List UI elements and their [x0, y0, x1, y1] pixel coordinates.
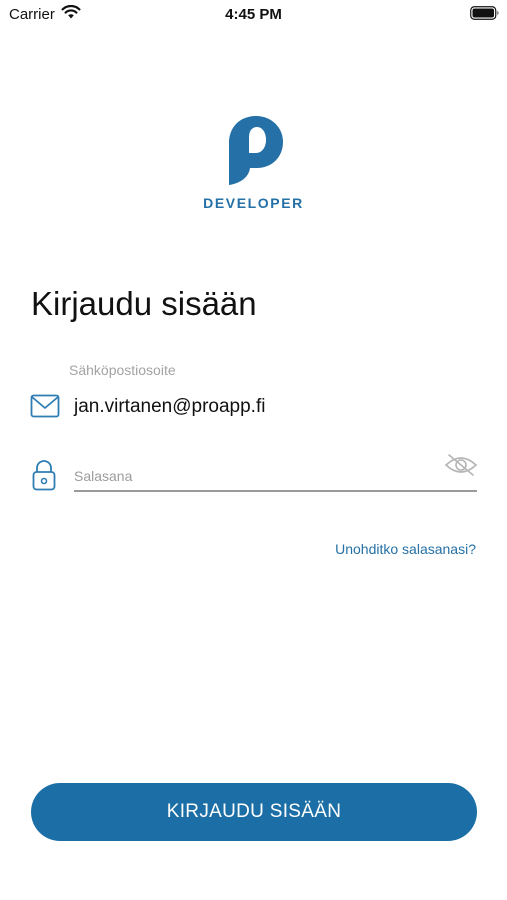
- lock-icon: [32, 459, 56, 496]
- p-logo-icon: [225, 113, 287, 192]
- status-bar: Carrier 4:45 PM: [0, 0, 507, 28]
- brand-name: DEVELOPER: [203, 195, 304, 211]
- email-field[interactable]: jan.virtanen@proapp.fi: [74, 396, 265, 418]
- mail-icon: [30, 394, 60, 423]
- status-time: 4:45 PM: [225, 6, 282, 23]
- battery-icon: [470, 6, 500, 25]
- email-label: Sähköpostiosoite: [69, 362, 176, 378]
- password-field[interactable]: [74, 460, 477, 492]
- eye-off-icon[interactable]: [444, 452, 478, 483]
- forgot-password-link[interactable]: Unohditko salasanasi?: [335, 541, 476, 557]
- login-button[interactable]: KIRJAUDU SISÄÄN: [31, 783, 477, 841]
- page-title: Kirjaudu sisään: [31, 285, 257, 322]
